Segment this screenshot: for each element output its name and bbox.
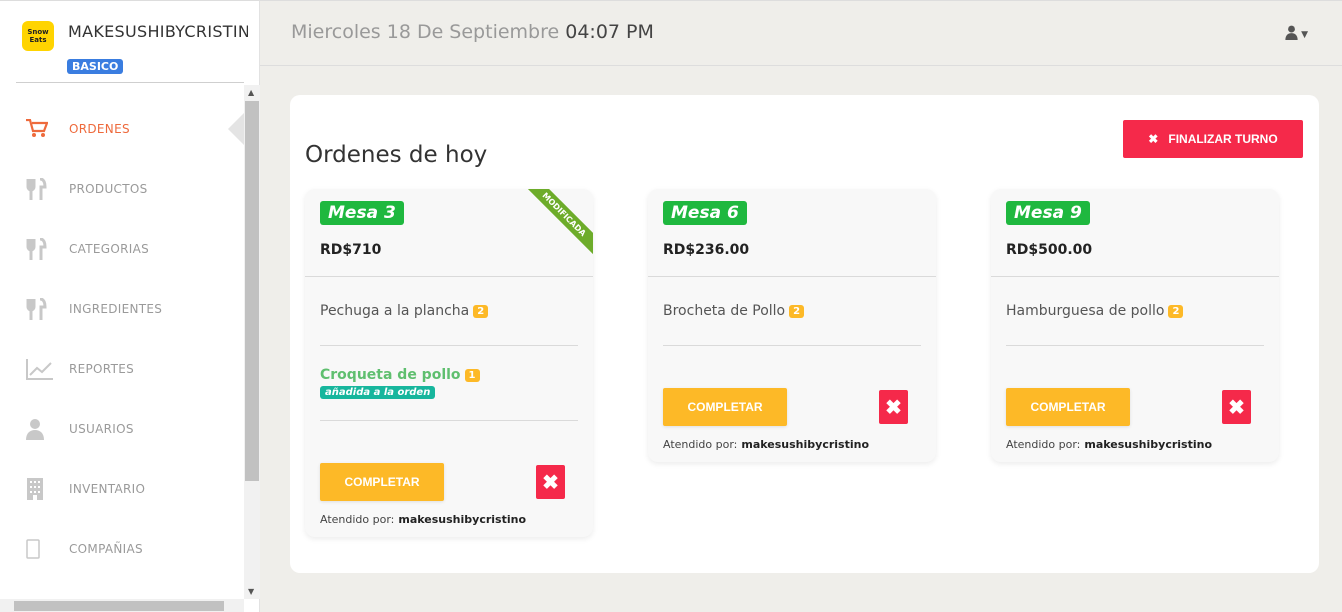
caret-down-icon: ▼ [1301,29,1308,40]
close-icon: ✖ [542,471,559,494]
delete-order-button[interactable]: ✖ [536,465,565,499]
sidebar-item-ingredientes[interactable]: INGREDIENTES [0,279,244,339]
order-card-header: Mesa 9 RD$500.00 [991,189,1279,277]
sidebar-nav: ORDENES PRODUCTOS CATEGORIAS INGREDIENTE… [0,99,244,579]
item-name: Pechuga a la plancha [320,303,470,319]
sidebar-item-label: REPORTES [69,362,134,376]
attended-user: makesushibycristino [741,437,870,451]
order-item: Brocheta de Pollo 2 [663,277,921,346]
order-item: Hamburguesa de pollo 2 [1006,277,1264,346]
table-badge: Mesa 3 [320,201,404,225]
end-shift-button[interactable]: ✖ FINALIZAR TURNO [1123,120,1303,158]
app-logo[interactable]: Snow Eats [22,21,54,51]
added-item-tag: añadida a la orden [320,386,436,399]
sidebar-item-productos[interactable]: PRODUCTOS [0,159,244,219]
attended-prefix: Atendido por: [1006,437,1081,451]
order-card: Mesa 9 RD$500.00 Hamburguesa de pollo 2 … [991,189,1279,462]
attended-by: Atendido por: makesushibycristino [305,501,593,537]
active-indicator [228,113,244,145]
table-badge: Mesa 9 [1006,201,1090,225]
scroll-up-arrow-icon[interactable]: ▲ [248,88,254,97]
user-menu-toggle[interactable]: ▼ [1285,25,1308,44]
sidebar-item-label: ORDENES [69,122,130,136]
complete-order-button[interactable]: COMPLETAR [320,463,444,501]
item-qty-badge: 2 [789,304,805,318]
attended-by: Atendido por: makesushibycristino [648,426,936,462]
utensils-icon [26,177,54,201]
sidebar-item-inventario[interactable]: INVENTARIO [0,459,244,519]
delete-order-button[interactable]: ✖ [1222,390,1251,424]
page-title: Ordenes de hoy [305,142,488,168]
sidebar-item-label: COMPAÑIAS [69,542,143,556]
sidebar-item-usuarios[interactable]: USUARIOS [0,399,244,459]
item-name: Croqueta de pollo [320,367,461,383]
item-qty-badge: 2 [473,304,489,318]
complete-order-button[interactable]: COMPLETAR [663,388,787,426]
delete-order-button[interactable]: ✖ [879,390,908,424]
scrollbar-thumb[interactable] [245,101,259,481]
sidebar-item-label: USUARIOS [69,422,134,436]
line-chart-icon [26,357,54,381]
order-actions: COMPLETAR ✖ [648,346,936,426]
order-total: RD$500.00 [1006,242,1093,258]
sidebar-item-categorias[interactable]: CATEGORIAS [0,219,244,279]
order-card: Mesa 6 RD$236.00 Brocheta de Pollo 2 COM… [648,189,936,462]
order-item: Pechuga a la plancha 2 [320,277,578,346]
scrollbar-thumb[interactable] [14,601,224,611]
current-datetime: Miercoles 18 De Septiembre 04:07 PM [291,21,654,43]
scroll-down-arrow-icon[interactable]: ▼ [248,587,254,596]
order-card: Mesa 3 RD$710 MODIFICADA Pechuga a la pl… [305,189,593,537]
sidebar-item-label: CATEGORIAS [69,242,150,256]
orders-panel: Ordenes de hoy ✖ FINALIZAR TURNO Mesa 3 … [290,95,1319,573]
item-name: Brocheta de Pollo [663,303,786,319]
attended-prefix: Atendido por: [663,437,738,451]
order-actions: COMPLETAR ✖ [991,346,1279,426]
close-icon: ✖ [1148,132,1159,146]
attended-user: makesushibycristino [1084,437,1213,451]
sidebar-item-reportes[interactable]: REPORTES [0,339,244,399]
current-date: Miercoles 18 De Septiembre [291,21,560,43]
order-card-header: Mesa 3 RD$710 MODIFICADA [305,189,593,277]
sidebar-item-label: INGREDIENTES [69,302,163,316]
item-name: Hamburguesa de pollo [1006,303,1165,319]
mobile-icon [26,537,54,561]
sidebar-item-ordenes[interactable]: ORDENES [0,99,244,159]
brand-name: MAKESUSHIBYCRISTINO [68,22,248,41]
user-icon [1285,25,1298,44]
order-item: Croqueta de pollo 1 añadida a la orden [320,346,578,421]
order-total: RD$710 [320,242,382,258]
close-icon: ✖ [885,396,902,419]
sidebar-item-label: PRODUCTOS [69,182,148,196]
attended-user: makesushibycristino [398,512,527,526]
order-actions: COMPLETAR ✖ [305,421,593,501]
sidebar: Snow Eats MAKESUSHIBYCRISTINO BASICO ORDE… [0,0,260,612]
order-total: RD$236.00 [663,242,750,258]
current-time: 04:07 PM [565,21,654,43]
user-icon [26,417,54,441]
modified-ribbon: MODIFICADA [519,189,593,259]
item-qty-badge: 1 [464,368,480,382]
end-shift-label: FINALIZAR TURNO [1168,132,1278,146]
sidebar-item-label: INVENTARIO [69,482,146,496]
building-icon [26,477,54,501]
cart-icon [26,117,54,141]
complete-order-button[interactable]: COMPLETAR [1006,388,1130,426]
utensils-icon [26,237,54,261]
item-qty-badge: 2 [1168,304,1184,318]
plan-badge: BASICO [67,59,124,74]
attended-by: Atendido por: makesushibycristino [991,426,1279,462]
attended-prefix: Atendido por: [320,512,395,526]
brand: Snow Eats MAKESUSHIBYCRISTINO BASICO [16,1,248,83]
utensils-icon [26,297,54,321]
sidebar-scrollbar-horizontal[interactable] [0,599,244,612]
top-bar: Miercoles 18 De Septiembre 04:07 PM ▼ [260,0,1342,66]
close-icon: ✖ [1228,396,1245,419]
table-badge: Mesa 6 [663,201,747,225]
sidebar-item-companias[interactable]: COMPAÑIAS [0,519,244,579]
sidebar-scrollbar-vertical[interactable]: ▲ ▼ [244,85,260,599]
order-card-header: Mesa 6 RD$236.00 [648,189,936,277]
